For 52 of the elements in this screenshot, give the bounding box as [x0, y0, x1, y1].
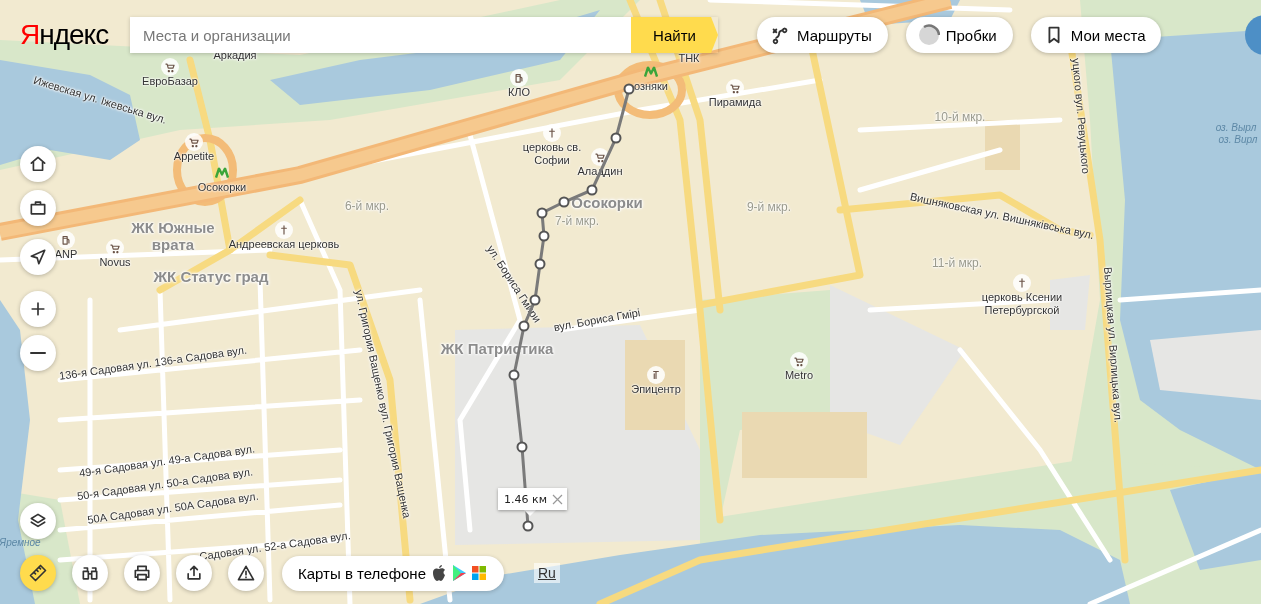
place-label: ТНК	[678, 51, 700, 65]
briefcase-icon	[28, 198, 48, 218]
poi-label[interactable]: Novus	[99, 256, 131, 269]
play-store-icon	[452, 565, 466, 581]
poi-label[interactable]: Appetite	[173, 150, 215, 163]
distance-text: 1.46 км	[504, 492, 547, 506]
poi-label[interactable]: Осокорки	[197, 181, 247, 194]
traffic-icon	[917, 24, 940, 46]
apple-icon	[432, 565, 446, 581]
poi-label[interactable]: Пирамида	[708, 96, 762, 109]
traffic-button[interactable]: Пробки	[905, 17, 1013, 53]
street-label: Вырлицкая ул. Вирлицька вул.	[1101, 266, 1125, 424]
app-promo-text: Карты в телефоне	[298, 564, 426, 582]
close-icon[interactable]	[551, 493, 563, 505]
my-places-button[interactable]: Мои места	[1030, 17, 1162, 53]
neighborhood-label: 11-й мкр.	[932, 257, 982, 271]
metro-icon	[215, 167, 229, 179]
poi-label[interactable]: Андреевская церковь	[228, 238, 340, 251]
search-field[interactable]: Места и организации	[130, 17, 631, 53]
logo[interactable]: Яндекс	[20, 19, 130, 51]
street-label: вул. Бориса Гмірі	[552, 306, 642, 334]
warning-icon	[236, 563, 256, 583]
language-link[interactable]: Ru	[534, 563, 560, 583]
poi-label[interactable]: КЛО	[507, 86, 531, 99]
district-label: ЖК Южные врата	[130, 218, 216, 254]
ruler-icon	[28, 563, 48, 583]
neighborhood-label: 9-й мкр.	[746, 201, 792, 215]
poi-label[interactable]: озняки	[634, 80, 668, 93]
windows-icon	[472, 566, 486, 580]
location-arrow-icon	[28, 247, 48, 267]
neighborhood-label: 10-й мкр.	[934, 111, 986, 125]
poi-label[interactable]: Эпицентр	[631, 383, 681, 396]
app-promo-banner[interactable]: Карты в телефоне	[282, 555, 504, 591]
neighborhood-label: 6-й мкр.	[344, 200, 390, 214]
poi-label[interactable]: Metro	[784, 369, 814, 382]
poi-label[interactable]: церковь св. Софии	[512, 141, 592, 167]
street-label: ул. Григория Ващенко вул. Григория Ващенка	[352, 288, 414, 520]
home-icon	[28, 154, 48, 174]
lake-label: оз. Вырл	[1215, 122, 1257, 134]
share-icon	[184, 563, 204, 583]
poi-label[interactable]: ANP	[54, 248, 78, 261]
district-label: Осокорки	[571, 194, 643, 212]
routes-button[interactable]: Маршруты	[757, 17, 888, 53]
search-button[interactable]: Найти	[631, 17, 718, 53]
poi-label[interactable]: церковь Ксении Петербургской	[967, 291, 1077, 317]
poi-label[interactable]: ЕвроБазар	[142, 75, 198, 88]
metro-icon	[644, 66, 658, 78]
neighborhood-label: 7-й мкр.	[554, 215, 600, 229]
street-label: уцкого вул. Ревуцького	[1069, 57, 1093, 175]
lake-label: оз. Вирл	[1218, 134, 1258, 146]
printer-icon	[132, 563, 152, 583]
street-label: 136-я Садовая ул. 136-а Садова вул.	[58, 343, 248, 383]
